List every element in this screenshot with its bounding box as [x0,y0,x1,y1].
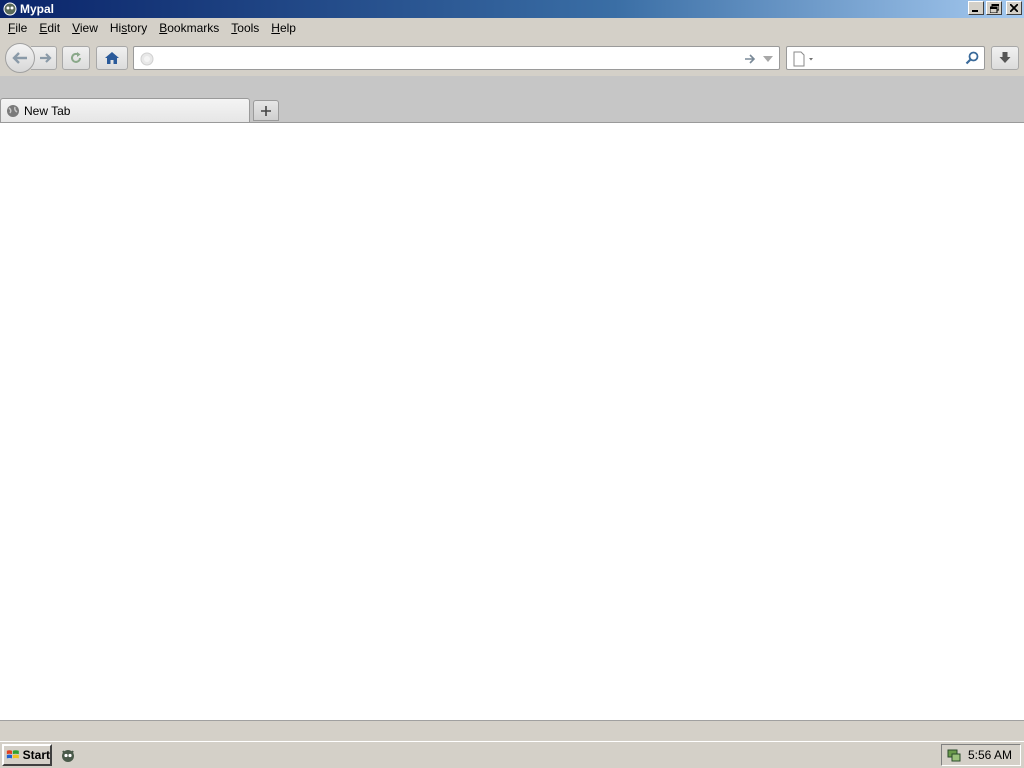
site-identity-icon[interactable] [140,52,154,66]
reload-icon [71,52,81,63]
url-bar[interactable] [133,46,780,70]
minimize-icon [972,10,978,12]
window-titlebar[interactable]: Mypal [0,0,1024,18]
menu-view[interactable]: View [66,18,104,38]
menu-bookmarks[interactable]: Bookmarks [153,18,225,38]
start-label: Start [22,748,50,762]
menu-tools-label: ools [237,21,260,35]
close-button[interactable] [1006,1,1022,15]
restore-button[interactable] [986,1,1002,15]
menu-bookmarks-label: ookmarks [167,21,220,35]
screen: Mypal File Edit View History Bookmarks T… [0,0,1024,768]
search-icon[interactable] [965,51,979,65]
windows-logo-icon [6,750,19,759]
status-bar [0,720,1024,741]
minimize-button[interactable] [968,1,984,15]
menu-help-accel: H [271,21,280,35]
back-arrow-icon [12,52,27,64]
menu-edit[interactable]: Edit [33,18,66,38]
menu-tools[interactable]: Tools [225,18,265,38]
mypal-app-icon [3,2,17,16]
window-controls [968,1,1022,15]
menu-history-label: tory [127,21,148,35]
back-button[interactable] [5,43,35,73]
menu-edit-label: dit [47,21,61,35]
menu-history-pre: Hi [109,21,122,35]
close-icon [1010,4,1018,12]
tab-label: New Tab [24,103,71,118]
search-input[interactable] [823,50,958,67]
search-engine-selector[interactable] [792,50,822,67]
plus-icon [261,105,271,116]
mypal-quicklaunch-icon[interactable] [59,746,77,764]
window-title: Mypal [20,2,55,16]
restore-icon [989,3,999,13]
taskbar: Start 5:56 AM [0,741,1024,768]
menu-bar: File Edit View History Bookmarks Tools H… [0,18,1024,38]
forward-arrow-icon [39,53,52,63]
menu-view-label: iew [79,21,98,35]
navigation-toolbar [0,38,1024,76]
reload-button[interactable] [62,46,90,70]
tab-new-tab[interactable]: New Tab [0,98,250,122]
menu-history[interactable]: History [104,18,153,38]
page-content-area[interactable] [0,123,1024,720]
tab-strip: New Tab [0,76,1024,123]
new-tab-button[interactable] [253,100,279,121]
start-button[interactable]: Start [2,744,52,766]
url-history-dropdown-icon[interactable] [762,52,774,66]
url-input[interactable] [158,50,738,67]
menu-help-label: elp [279,21,296,35]
menu-view-accel: V [72,21,80,35]
menu-file-label: ile [15,21,28,35]
search-bar[interactable] [786,46,985,70]
downloads-button[interactable] [991,46,1019,70]
menu-file[interactable]: File [2,18,33,38]
home-button[interactable] [96,46,128,70]
clock[interactable]: 5:56 AM [968,748,1012,762]
go-arrow-icon[interactable] [743,52,757,66]
menu-help[interactable]: Help [265,18,302,38]
download-arrow-icon [999,52,1011,63]
blank-page-icon [793,51,813,66]
globe-icon [6,104,20,118]
home-icon [105,52,119,64]
system-tray: 5:56 AM [941,744,1021,766]
network-tray-icon[interactable] [946,747,962,763]
